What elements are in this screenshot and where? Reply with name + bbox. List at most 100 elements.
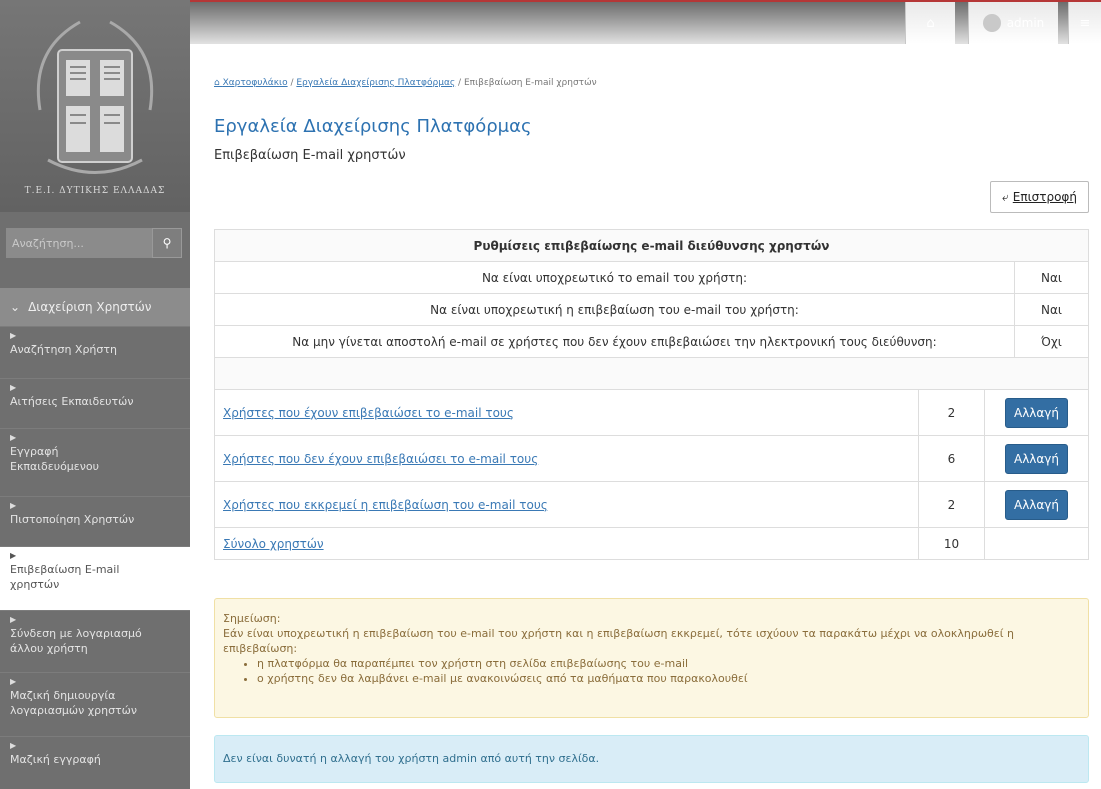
users-count: 2 <box>918 389 985 436</box>
caret-right-icon: ▶ <box>10 383 17 392</box>
breadcrumb: ⌂ Χαρτοφυλάκιο / Εργαλεία Διαχείρισης Πλ… <box>214 78 597 88</box>
sliders-icon: ≡ <box>1079 15 1091 31</box>
breadcrumb-separator: / <box>458 78 462 88</box>
setting-value: Ναι <box>1014 261 1089 294</box>
caret-right-icon: ▶ <box>10 501 17 510</box>
table-header-row: Ρυθμίσεις επιβεβαίωσης e-mail διεύθυνσης… <box>214 229 1089 262</box>
table-row: Να είναι υποχρεωτική η επιβεβαίωση του e… <box>214 293 1089 326</box>
change-button[interactable]: Αλλαγή <box>1004 489 1069 520</box>
menu-header-label: Διαχείριση Χρηστών <box>28 300 152 314</box>
unconfirmed-users-link[interactable]: Χρήστες που δεν έχουν επιβεβαιώσει το e-… <box>223 452 538 466</box>
breadcrumb-current: Επιβεβαίωση E-mail χρηστών <box>463 78 597 88</box>
back-button-label: Επιστροφή <box>1012 190 1077 204</box>
setting-value: Ναι <box>1014 293 1089 326</box>
sidebar-item-label: Μαζική εγγραφή <box>10 753 101 766</box>
coat-of-arms-logo <box>36 20 154 174</box>
setting-question: Να είναι υποχρεωτική η επιβεβαίωση του e… <box>214 293 1015 326</box>
sidebar-item-login-as-user[interactable]: ▶ Σύνδεση με λογαριασμό άλλου χρήστη <box>0 610 190 672</box>
user-name: admin <box>1006 16 1045 30</box>
home-button[interactable]: ⌂ <box>905 2 955 44</box>
sidebar-item-bulk-enroll[interactable]: ▶ Μαζική εγγραφή <box>0 736 190 789</box>
search-input[interactable] <box>6 228 152 258</box>
sidebar-item-label: Πιστοποίηση Χρηστών <box>10 513 135 526</box>
empty-action-cell <box>984 527 1089 560</box>
users-action-cell: Αλλαγή <box>984 435 1089 482</box>
avatar <box>982 14 1001 32</box>
table-row: Χρήστες που εκκρεμεί η επιβεβαίωση του e… <box>214 481 1089 528</box>
caret-right-icon: ▶ <box>10 677 17 686</box>
home-icon: ⌂ <box>926 15 935 31</box>
table-row: Χρήστες που δεν έχουν επιβεβαιώσει το e-… <box>214 435 1089 482</box>
users-category-cell: Χρήστες που εκκρεμεί η επιβεβαίωση του e… <box>214 481 919 528</box>
sidebar-item-label: Μαζική δημιουργία λογαριασμών χρηστών <box>10 689 138 717</box>
page-title: Εργαλεία Διαχείρισης Πλατφόρμας <box>214 116 532 137</box>
warning-text: Εάν είναι υποχρεωτική η επιβεβαίωση του … <box>223 627 1014 655</box>
sidebar-item-label: Επιβεβαίωση E-mail χρηστών <box>10 563 120 591</box>
warning-alert: Σημείωση: Εάν είναι υποχρεωτική η επιβεβ… <box>214 598 1089 718</box>
users-status-table: Χρήστες που έχουν επιβεβαιώσει το e-mail… <box>214 357 1089 560</box>
users-category-cell: Σύνολο χρηστών <box>214 527 919 560</box>
warning-title: Σημείωση: <box>223 612 281 625</box>
caret-right-icon: ▶ <box>10 741 17 750</box>
sidebar-item-search-user[interactable]: ▶ Αναζήτηση Χρήστη <box>0 326 190 378</box>
email-settings-table: Ρυθμίσεις επιβεβαίωσης e-mail διεύθυνσης… <box>214 229 1089 358</box>
caret-right-icon: ▶ <box>10 331 17 340</box>
reply-arrow-icon: ⤶ <box>1002 189 1009 204</box>
sidebar-item-register-student[interactable]: ▶ Εγγραφή Εκπαιδευόμενου <box>0 428 190 496</box>
sidebar-item-label: Σύνδεση με λογαριασμό άλλου χρήστη <box>10 627 142 655</box>
caret-right-icon: ▶ <box>10 433 17 442</box>
caret-right-icon: ▶ <box>10 615 17 624</box>
user-menu-button[interactable]: admin <box>968 2 1058 44</box>
setting-question: Να μην γίνεται αποστολή e-mail σε χρήστε… <box>214 325 1015 358</box>
breadcrumb-section-link[interactable]: Εργαλεία Διαχείρισης Πλατφόρμας <box>296 78 455 88</box>
table-spacer-cell <box>214 357 1089 390</box>
caret-right-icon: ▶ <box>10 551 17 560</box>
table-row: Να μην γίνεται αποστολή e-mail σε χρήστε… <box>214 325 1089 358</box>
info-text: Δεν είναι δυνατή η αλλαγή του χρήστη adm… <box>223 752 600 765</box>
breadcrumb-home-label: Χαρτοφυλάκιο <box>222 78 288 88</box>
list-item: η πλατφόρμα θα παραπέμπει τον χρήστη στη… <box>257 656 1080 671</box>
change-button[interactable]: Αλλαγή <box>1004 397 1069 428</box>
warning-list: η πλατφόρμα θα παραπέμπει τον χρήστη στη… <box>257 656 1080 686</box>
breadcrumb-home-link[interactable]: ⌂ Χαρτοφυλάκιο <box>214 78 288 88</box>
sidebar-item-user-certification[interactable]: ▶ Πιστοποίηση Χρηστών <box>0 496 190 546</box>
table-row-total: Σύνολο χρηστών 10 <box>214 527 1089 560</box>
chevron-down-icon: ⌄ <box>10 300 21 314</box>
search-icon: ⚲ <box>162 236 172 250</box>
total-users-count: 10 <box>918 527 985 560</box>
setting-value: Όχι <box>1014 325 1089 358</box>
sidebar-search: ⚲ <box>6 228 182 258</box>
sidebar-item-instructor-requests[interactable]: ▶ Αιτήσεις Εκπαιδευτών <box>0 378 190 428</box>
users-count: 6 <box>918 435 985 482</box>
sidebar-item-label: Εγγραφή Εκπαιδευόμενου <box>10 445 99 473</box>
sidebar-item-label: Αναζήτηση Χρήστη <box>10 343 117 356</box>
users-category-cell: Χρήστες που δεν έχουν επιβεβαιώσει το e-… <box>214 435 919 482</box>
list-item: ο χρήστης δεν θα λαμβάνει e-mail με ανακ… <box>257 671 1080 686</box>
settings-toggle-button[interactable]: ≡ <box>1068 2 1101 44</box>
sidebar-item-email-confirmation[interactable]: ▶ Επιβεβαίωση E-mail χρηστών <box>0 546 190 610</box>
search-button[interactable]: ⚲ <box>152 228 182 258</box>
users-action-cell: Αλλαγή <box>984 481 1089 528</box>
table-row: Να είναι υποχρεωτικό το email του χρήστη… <box>214 261 1089 294</box>
logo-caption: Τ.Ε.Ι. ΔΥΤΙΚΗΣ ΕΛΛΑΔΑΣ <box>24 186 166 196</box>
sidebar-item-label: Αιτήσεις Εκπαιδευτών <box>10 395 134 408</box>
setting-question: Να είναι υποχρεωτικό το email του χρήστη… <box>214 261 1015 294</box>
back-button[interactable]: ⤶ Επιστροφή <box>990 181 1089 213</box>
users-count: 2 <box>918 481 985 528</box>
table-row: Χρήστες που έχουν επιβεβαιώσει το e-mail… <box>214 389 1089 436</box>
table-spacer-row <box>214 357 1089 390</box>
confirmed-users-link[interactable]: Χρήστες που έχουν επιβεβαιώσει το e-mail… <box>223 406 514 420</box>
breadcrumb-separator: / <box>290 78 294 88</box>
sidebar: Τ.Ε.Ι. ΔΥΤΙΚΗΣ ΕΛΛΑΔΑΣ ⚲ ⌄ Διαχείριση Χρ… <box>0 0 190 789</box>
sidebar-item-bulk-create-accounts[interactable]: ▶ Μαζική δημιουργία λογαριασμών χρηστών <box>0 672 190 736</box>
menu-header-user-management[interactable]: ⌄ Διαχείριση Χρηστών <box>0 288 190 326</box>
total-users-link[interactable]: Σύνολο χρηστών <box>223 537 324 551</box>
users-category-cell: Χρήστες που έχουν επιβεβαιώσει το e-mail… <box>214 389 919 436</box>
pending-users-link[interactable]: Χρήστες που εκκρεμεί η επιβεβαίωση του e… <box>223 498 548 512</box>
logo-area: Τ.Ε.Ι. ΔΥΤΙΚΗΣ ΕΛΛΑΔΑΣ <box>0 0 190 212</box>
page-subtitle: Επιβεβαίωση E-mail χρηστών <box>214 148 406 163</box>
change-button[interactable]: Αλλαγή <box>1004 443 1069 474</box>
users-action-cell: Αλλαγή <box>984 389 1089 436</box>
info-alert: Δεν είναι δυνατή η αλλαγή του χρήστη adm… <box>214 735 1089 783</box>
settings-table-header: Ρυθμίσεις επιβεβαίωσης e-mail διεύθυνσης… <box>214 229 1089 262</box>
